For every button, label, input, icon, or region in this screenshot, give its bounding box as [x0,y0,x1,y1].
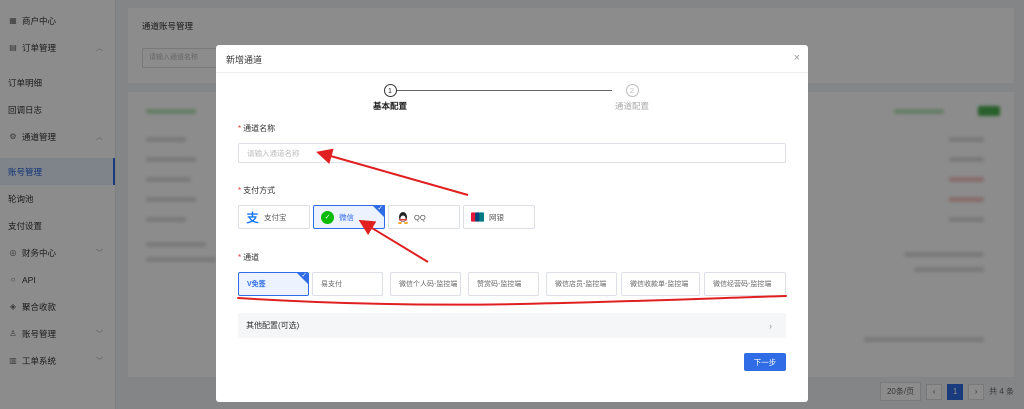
chevron-right-icon: › [769,320,772,331]
divider [216,72,808,73]
step-channel-config: 2 通道配置 [606,84,658,112]
step-basic-config: 1 基本配置 [364,84,416,112]
alipay-icon: 支 [246,210,259,225]
pay-option-wechat[interactable]: ✓ 微信 ✓ [313,205,385,229]
channel-option-wechat-receipt[interactable]: 微信收款单-监控端 [621,272,700,296]
channel-option-appreciation-code[interactable]: 赞赏码-监控端 [468,272,539,296]
step-number: 2 [625,84,639,97]
channel-label: * 通道 [238,253,260,262]
add-channel-dialog: 新增通道 × 1 基本配置 2 通道配置 *通道名称 *支付方式 支 支付宝 ✓… [216,45,808,402]
check-icon: ✓ [377,205,383,212]
close-icon[interactable]: × [794,52,800,64]
dialog-title: 新增通道 [226,55,263,65]
step-connector [390,90,612,91]
pay-option-unionpay[interactable]: 网银 [463,205,535,229]
payment-method-label: * 支付方式 [238,186,276,195]
pay-option-alipay[interactable]: 支 支付宝 [238,205,310,229]
channel-option-wechat-clerk[interactable]: 微信店员-监控端 [546,272,617,296]
channel-option-wechat-personal[interactable]: 微信个人码-监控端 [390,272,461,296]
other-config-collapse[interactable]: 其他配置(可选) › [238,313,786,338]
channel-option-wechat-business-code[interactable]: 微信经营码-监控端 [704,272,786,296]
channel-option-yizhifu[interactable]: 易支付 [312,272,383,296]
collapse-label: 其他配置(可选) [246,321,300,330]
wechat-icon: ✓ [321,210,334,224]
unionpay-icon [471,211,484,224]
step-label: 基本配置 [372,101,407,111]
channel-option-v-mianqian[interactable]: V免签 ✓ [238,272,309,296]
qq-penguin-icon [396,211,409,224]
check-icon: ✓ [301,272,307,279]
step-label: 通道配置 [614,101,649,111]
channel-name-label: * 通道名称 [238,124,276,133]
pay-option-qq[interactable]: QQ [388,205,460,229]
channel-name-input[interactable] [238,143,786,163]
step-number: 1 [383,84,397,97]
next-step-button[interactable]: 下一步 [744,353,786,371]
